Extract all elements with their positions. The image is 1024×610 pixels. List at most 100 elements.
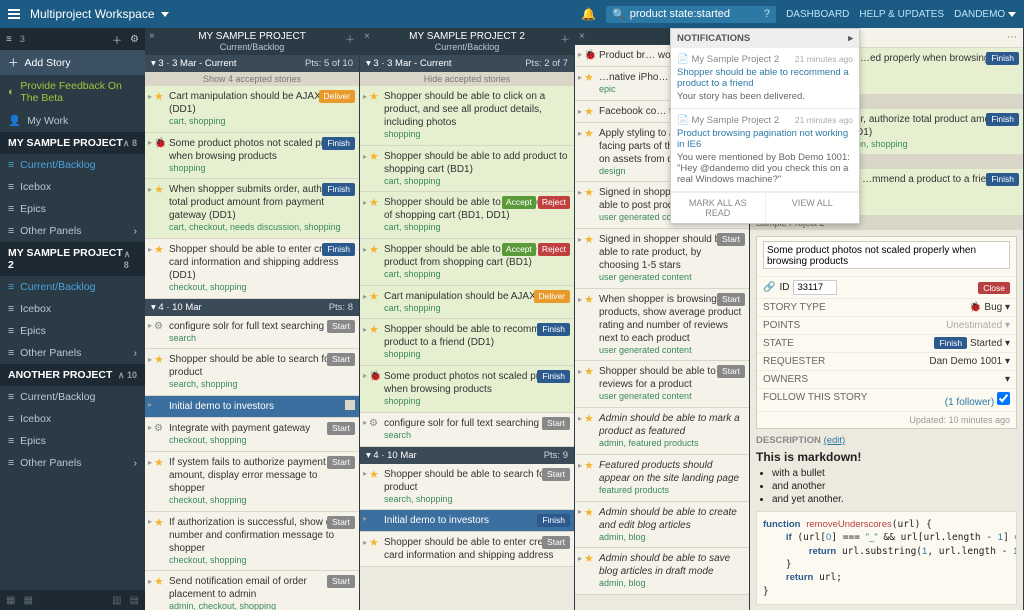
state-select[interactable]: Started ▾ xyxy=(970,338,1010,349)
story-card[interactable]: ▸★Shopper should be able to view content… xyxy=(360,192,574,239)
requester-select[interactable]: Dan Demo 1001 ▾ xyxy=(929,356,1010,367)
provide-feedback-link[interactable]: ◐Provide Feedback On The Beta xyxy=(0,75,145,109)
story-card[interactable]: ▸Initial demo to investorsFinish xyxy=(360,510,574,532)
accepted-toggle[interactable]: Show 4 accepted stories xyxy=(145,72,359,86)
start-button[interactable]: Start xyxy=(542,417,570,430)
hamburger-icon[interactable]: ≡ xyxy=(6,34,12,45)
sidebar-item[interactable]: ≡Epics xyxy=(0,198,145,220)
story-card[interactable]: ▸Initial demo to investors xyxy=(145,396,359,418)
menu-toggle-icon[interactable] xyxy=(8,9,20,19)
start-button[interactable]: Start xyxy=(327,456,355,469)
sidebar-item[interactable]: ≡Current/Backlog xyxy=(0,154,145,176)
chevron-down-icon[interactable] xyxy=(161,12,169,17)
my-work-link[interactable]: 👤My Work xyxy=(0,109,145,132)
sidebar-item[interactable]: ≡Other Panels› xyxy=(0,342,145,364)
start-button[interactable]: Start xyxy=(542,468,570,481)
footer-icon[interactable]: ▦ xyxy=(23,595,32,606)
iteration-toggle[interactable]: ▾ 4 · 10 Mar xyxy=(151,302,202,313)
view-all-button[interactable]: VIEW ALL xyxy=(766,192,860,223)
story-card[interactable]: ▸★Cart manipulation should be AJAXycart,… xyxy=(360,286,574,320)
panel-close-icon[interactable]: × xyxy=(579,31,585,42)
story-card[interactable]: ▸★Signed in shopper should be able to ra… xyxy=(575,229,749,289)
story-card[interactable]: ▸★Shopper should be able to enter credit… xyxy=(360,532,574,567)
sidebar-item[interactable]: ≡Icebox xyxy=(0,408,145,430)
finish-button[interactable]: Finish xyxy=(322,243,355,256)
story-card[interactable]: ▸★Shopper should be able to enter credit… xyxy=(145,239,359,299)
start-button[interactable]: Start xyxy=(542,536,570,549)
notification-item[interactable]: 📄 My Sample Project 221 minutes agoProdu… xyxy=(671,109,859,192)
points-select[interactable]: Unestimated ▾ xyxy=(946,320,1010,331)
story-card[interactable]: ▸⚙Integrate with payment gatewaycheckout… xyxy=(145,418,359,452)
story-card[interactable]: ▸★Admin should be able to create and edi… xyxy=(575,502,749,549)
search-input[interactable] xyxy=(630,8,760,20)
nav-user[interactable]: DANDEMO xyxy=(954,9,1016,20)
link-icon[interactable]: 🔗 xyxy=(763,282,775,293)
sidebar-item[interactable]: ≡Current/Backlog xyxy=(0,386,145,408)
start-button[interactable]: Start xyxy=(717,365,745,378)
story-card[interactable]: ▸⚙configure solr for full text searching… xyxy=(145,316,359,350)
sidebar-item[interactable]: ≡Icebox xyxy=(0,176,145,198)
footer-icon[interactable]: ▤ xyxy=(130,595,139,606)
close-button[interactable]: Close xyxy=(978,282,1010,294)
finish-button[interactable]: Finish xyxy=(537,514,570,527)
nav-help[interactable]: HELP & UPDATES xyxy=(859,9,944,20)
accepted-toggle[interactable]: Hide accepted stories xyxy=(360,72,574,86)
reject-button[interactable]: Reject xyxy=(538,243,570,256)
story-card[interactable]: ▸★If authorization is successful, show o… xyxy=(145,512,359,572)
sidebar-item[interactable]: ≡Other Panels› xyxy=(0,220,145,242)
iteration-toggle[interactable]: ▾ 3 · 3 Mar - Current xyxy=(366,58,452,69)
nav-dashboard[interactable]: DASHBOARD xyxy=(786,9,849,20)
follow-checkbox[interactable] xyxy=(997,392,1010,405)
mark-all-read-button[interactable]: MARK ALL AS READ xyxy=(671,192,766,223)
sidebar-gear-icon[interactable]: ⚙ xyxy=(130,34,139,45)
finish-button[interactable]: Finish xyxy=(986,113,1019,126)
sidebar-plus-icon[interactable]: ＋ xyxy=(112,32,122,47)
story-card[interactable]: ▸🐞Some product photos not scaled properl… xyxy=(360,366,574,413)
panel-close-icon[interactable]: × xyxy=(149,31,155,42)
panel-add-icon[interactable]: ＋ xyxy=(560,31,570,46)
start-button[interactable]: Start xyxy=(717,293,745,306)
panel-close-icon[interactable]: × xyxy=(364,31,370,42)
iteration-toggle[interactable]: ▾ 4 · 10 Mar xyxy=(366,450,417,461)
finish-button[interactable]: Finish xyxy=(322,183,355,196)
panel-add-icon[interactable]: ＋ xyxy=(345,31,355,46)
sidebar-section-header[interactable]: MY SAMPLE PROJECT∧ 8 xyxy=(0,132,145,154)
finish-button[interactable]: Finish xyxy=(537,370,570,383)
story-card[interactable]: ▸★Shopper should be able to add product … xyxy=(360,146,574,193)
story-card[interactable]: ▸★Admin should be able to save blog arti… xyxy=(575,548,749,595)
sidebar-item[interactable]: ≡Epics xyxy=(0,430,145,452)
sidebar-item[interactable]: ≡Icebox xyxy=(0,298,145,320)
finish-button[interactable]: Finish xyxy=(537,323,570,336)
finish-button[interactable]: Finish xyxy=(986,52,1019,65)
story-card[interactable]: ▸★When shopper submits order, authorize … xyxy=(145,179,359,239)
sidebar-item[interactable]: ≡Current/Backlog xyxy=(0,276,145,298)
story-card[interactable]: ▸★Shopper should be able to search for p… xyxy=(145,349,359,396)
story-title-input[interactable]: Some product photos not scaled properly … xyxy=(763,241,1010,269)
owners-select[interactable]: ▾ xyxy=(1005,374,1010,385)
finish-button[interactable]: Finish xyxy=(322,137,355,150)
story-card[interactable]: ▸★Send notification email of order place… xyxy=(145,571,359,610)
story-id-input[interactable] xyxy=(793,280,837,295)
story-card[interactable]: ▸★Featured products should appear on the… xyxy=(575,455,749,502)
story-card[interactable]: ▸★Shopper should be able to search for p… xyxy=(360,464,574,511)
notif-close-icon[interactable]: ▸ xyxy=(848,33,853,44)
iteration-toggle[interactable]: ▾ 3 · 3 Mar - Current xyxy=(151,58,237,69)
notifications-icon[interactable]: 🔔 xyxy=(581,7,596,21)
sidebar-section-header[interactable]: ANOTHER PROJECT∧ 10 xyxy=(0,364,145,386)
story-card[interactable]: ▸★When shopper is browsing products, sho… xyxy=(575,289,749,362)
start-button[interactable]: Start xyxy=(327,516,355,529)
story-card[interactable]: ▸★Shopper should be able to remove produ… xyxy=(360,239,574,286)
followers-link[interactable]: (1 follower) xyxy=(945,392,1010,408)
accept-button[interactable]: Accept xyxy=(502,196,536,209)
deliver-button[interactable]: Deliver xyxy=(534,290,570,303)
story-type-select[interactable]: 🐞 Bug ▾ xyxy=(969,302,1010,313)
sidebar-section-header[interactable]: MY SAMPLE PROJECT 2∧ 8 xyxy=(0,242,145,276)
story-card[interactable]: ▸⚙configure solr for full text searching… xyxy=(360,413,574,447)
start-button[interactable]: Start xyxy=(327,353,355,366)
story-card[interactable]: ▸★Cart manipulation should be AJAXy (DD1… xyxy=(145,86,359,133)
start-button[interactable]: Start xyxy=(717,233,745,246)
notification-item[interactable]: 📄 My Sample Project 221 minutes agoShopp… xyxy=(671,48,859,109)
story-card[interactable]: ▸★Shopper should be able to read reviews… xyxy=(575,361,749,408)
finish-button[interactable]: Finish xyxy=(934,337,967,349)
story-card[interactable]: ▸★Shopper should be able to recommend a … xyxy=(360,319,574,366)
